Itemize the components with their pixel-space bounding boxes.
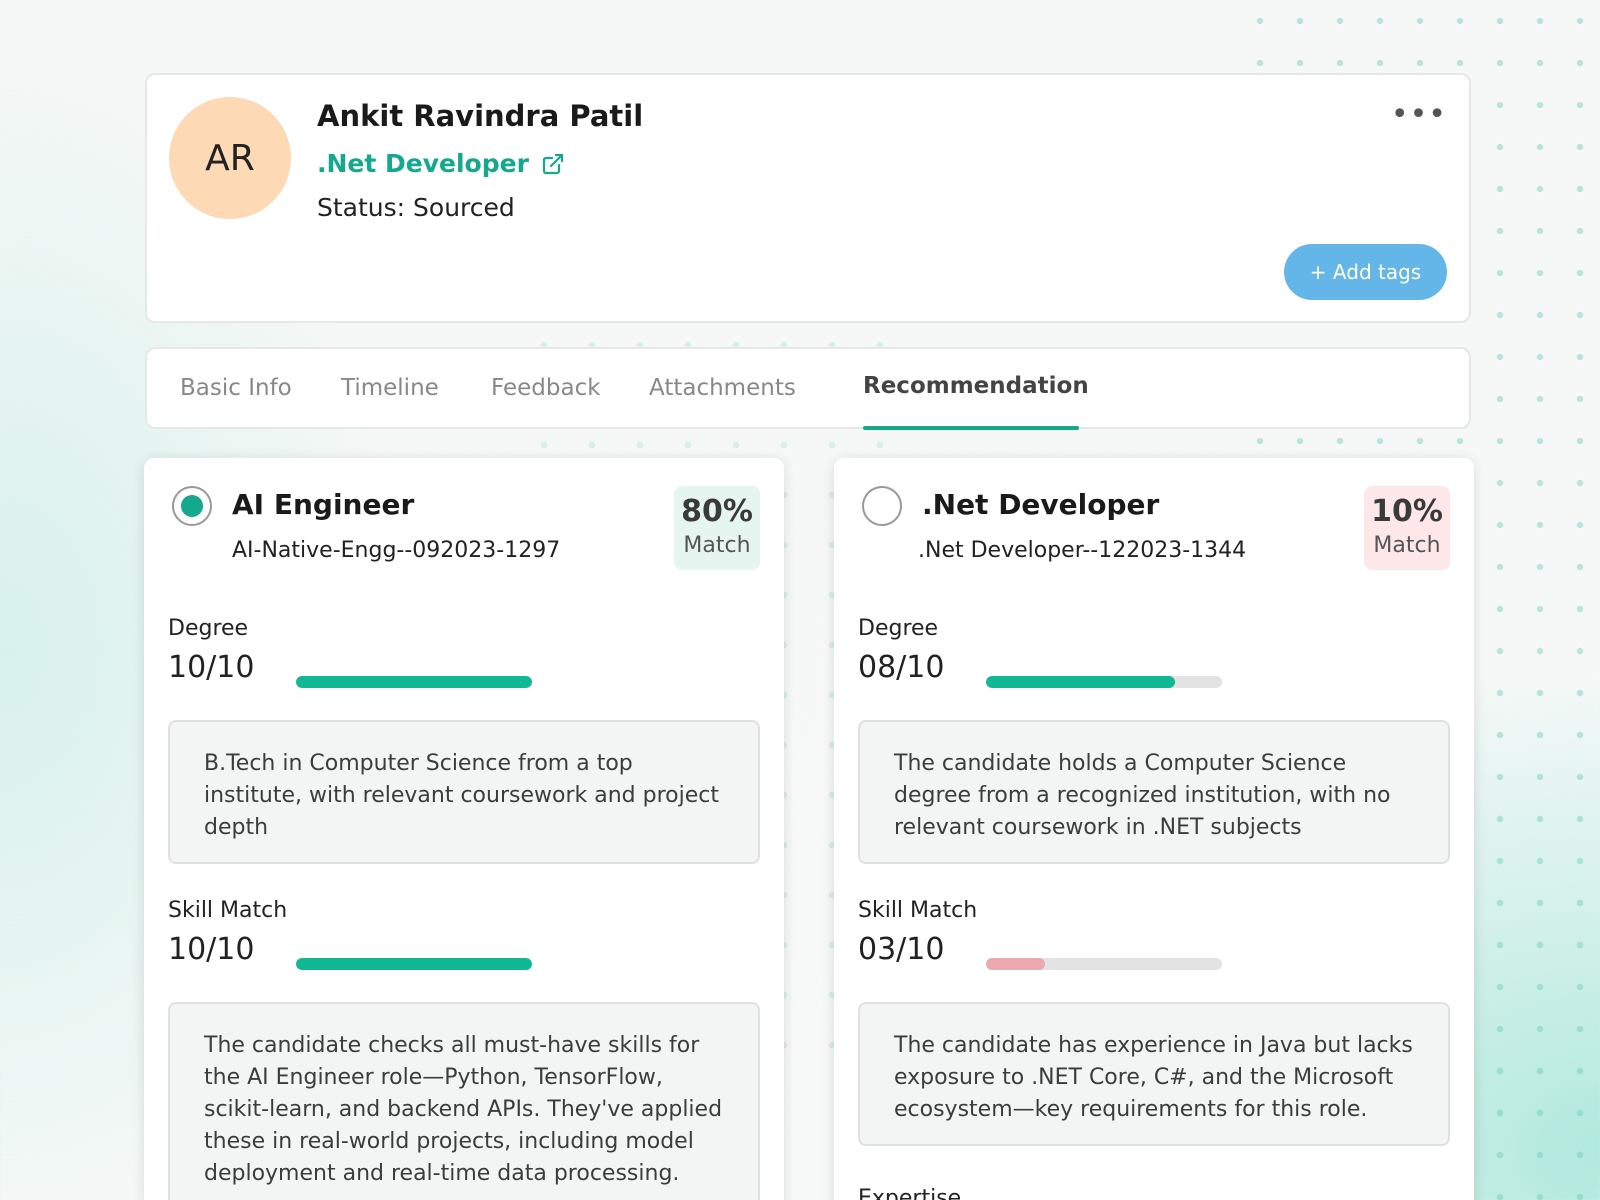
degree-progress-fill [296, 676, 532, 688]
tab-attachments[interactable]: Attachments [649, 375, 796, 401]
skill-match-score: 10/10 [168, 932, 255, 967]
radio-checked-icon[interactable] [172, 486, 212, 526]
add-tags-button[interactable]: + Add tags [1284, 244, 1447, 300]
skill-match-score: 03/10 [858, 932, 945, 967]
degree-score: 10/10 [168, 650, 255, 685]
skill-match-description: The candidate checks all must-have skill… [168, 1002, 760, 1200]
match-label: Match [683, 533, 751, 558]
match-percentage: 80% [681, 494, 753, 529]
degree-progress-fill [986, 676, 1175, 688]
degree-progress-bar [986, 676, 1222, 688]
skill-match-label: Skill Match [168, 898, 288, 923]
skill-match-description: The candidate has experience in Java but… [858, 1002, 1450, 1146]
candidate-header-card: AR Ankit Ravindra Patil .Net Developer S… [145, 73, 1471, 323]
candidate-role-link[interactable]: .Net Developer [317, 149, 565, 178]
tab-basic-info[interactable]: Basic Info [180, 375, 292, 401]
recommendation-card-net-developer: .Net Developer .Net Developer--122023-13… [834, 458, 1474, 1200]
match-percentage: 10% [1371, 494, 1443, 529]
skill-match-progress-bar [296, 958, 532, 970]
skill-match-label: Skill Match [858, 898, 978, 923]
candidate-status: Status: Sourced [317, 193, 515, 222]
candidate-name: Ankit Ravindra Patil [317, 99, 644, 133]
tab-recommendation[interactable]: Recommendation [863, 373, 1089, 399]
skill-match-progress-fill [986, 958, 1045, 970]
degree-description: B.Tech in Computer Science from a top in… [168, 720, 760, 864]
active-tab-indicator [863, 426, 1079, 430]
more-horizontal-icon[interactable]: ••• [1391, 100, 1447, 130]
match-badge: 80% Match [674, 486, 760, 570]
candidate-role-label: .Net Developer [317, 149, 529, 178]
skill-match-progress-fill [296, 958, 532, 970]
radio-unchecked-icon[interactable] [862, 486, 902, 526]
degree-label: Degree [168, 616, 249, 641]
skill-match-progress-bar [986, 958, 1222, 970]
tab-timeline[interactable]: Timeline [341, 375, 439, 401]
recommendation-card-ai-engineer: AI Engineer AI-Native-Engg--092023-1297 … [144, 458, 784, 1200]
match-badge: 10% Match [1364, 486, 1450, 570]
job-title: .Net Developer [922, 488, 1160, 521]
degree-label: Degree [858, 616, 939, 641]
degree-progress-bar [296, 676, 532, 688]
tab-feedback[interactable]: Feedback [491, 375, 601, 401]
profile-tabs: Basic Info Timeline Feedback Attachments… [145, 347, 1471, 430]
avatar: AR [169, 97, 291, 219]
job-title: AI Engineer [232, 488, 415, 521]
job-code: AI-Native-Engg--092023-1297 [232, 538, 561, 563]
degree-description: The candidate holds a Computer Science d… [858, 720, 1450, 864]
expertise-label: Expertise [858, 1186, 962, 1200]
degree-score: 08/10 [858, 650, 945, 685]
match-label: Match [1373, 533, 1441, 558]
job-code: .Net Developer--122023-1344 [918, 538, 1247, 563]
external-link-icon [542, 153, 564, 174]
